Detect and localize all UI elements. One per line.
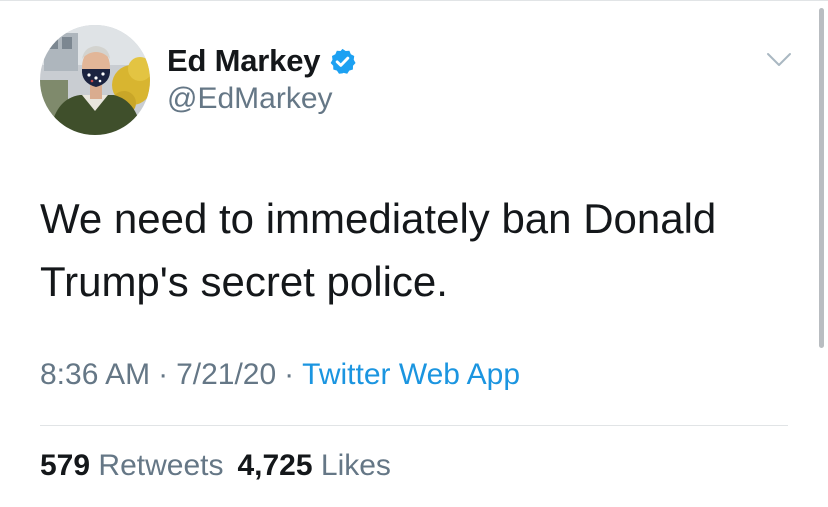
author-name-row[interactable]: Ed Markey — [167, 42, 357, 80]
meta-separator: · — [158, 358, 169, 391]
tweet-time[interactable]: 8:36 AM — [40, 358, 150, 391]
profile-photo-icon — [40, 25, 150, 135]
retweets-count: 579 — [40, 449, 91, 482]
likes-stat[interactable]: 4,725 Likes — [237, 449, 390, 482]
author-name[interactable]: Ed Markey — [167, 43, 320, 79]
top-divider — [0, 0, 828, 1]
chevron-down-icon[interactable] — [765, 50, 793, 70]
avatar[interactable] — [40, 25, 150, 135]
stats-divider — [40, 425, 788, 426]
tweet-meta: 8:36 AM · 7/21/20 · Twitter Web App — [40, 358, 520, 392]
tweet-text: We need to immediately ban Donald Trump'… — [40, 195, 717, 305]
scrollbar[interactable] — [819, 8, 824, 348]
retweets-stat[interactable]: 579 Retweets — [40, 449, 223, 482]
author-handle[interactable]: @EdMarkey — [167, 82, 333, 116]
tweet-source-link[interactable]: Twitter Web App — [302, 358, 520, 391]
tweet-stats: 579 Retweets 4,725 Likes — [40, 449, 391, 483]
verified-badge-icon — [330, 48, 356, 74]
likes-label: Likes — [320, 449, 391, 482]
likes-count: 4,725 — [237, 449, 313, 482]
retweets-label: Retweets — [98, 449, 224, 482]
tweet-date[interactable]: 7/21/20 — [176, 358, 276, 391]
meta-separator: · — [284, 358, 295, 391]
